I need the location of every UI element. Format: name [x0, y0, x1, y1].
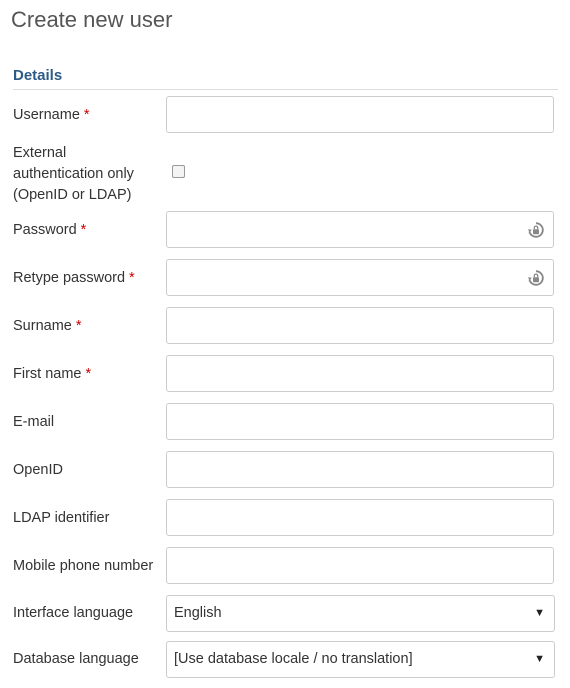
required-marker: * [75, 318, 82, 334]
surname-label: Surname [13, 318, 72, 334]
page-title: Create new user [11, 7, 173, 32]
database-language-label: Database language [13, 651, 139, 667]
required-marker: * [83, 107, 90, 123]
chevron-down-icon: ▼ [534, 653, 545, 665]
mobile-label: Mobile phone number [13, 558, 154, 574]
first-name-label: First name [13, 366, 82, 382]
openid-label: OpenID [13, 462, 63, 478]
password-generate-icon[interactable] [527, 269, 545, 287]
ldap-input[interactable] [166, 499, 554, 536]
email-input[interactable] [166, 403, 554, 440]
interface-language-label: Interface language [13, 605, 134, 621]
external-auth-label-line2: authentication only [13, 166, 134, 182]
chevron-down-icon: ▼ [534, 607, 545, 619]
required-marker: * [129, 270, 135, 286]
retype-password-input[interactable] [166, 259, 554, 296]
required-marker: * [80, 222, 87, 238]
username-input[interactable] [166, 96, 554, 133]
section-header-label: Details [13, 67, 63, 84]
interface-language-select[interactable]: English ▼ [166, 595, 555, 632]
mobile-input[interactable] [166, 547, 554, 584]
interface-language-value: English [174, 605, 222, 621]
external-auth-label-line3: (OpenID or LDAP) [13, 187, 132, 203]
username-label: Username [13, 107, 80, 123]
password-input[interactable] [166, 211, 554, 248]
surname-input[interactable] [166, 307, 554, 344]
section-header-details: Details [13, 67, 558, 90]
password-label: Password [13, 222, 77, 238]
ldap-label: LDAP identifier [13, 510, 110, 526]
external-auth-checkbox[interactable] [172, 165, 185, 178]
external-auth-label-line1: External [13, 145, 67, 161]
database-language-select[interactable]: [Use database locale / no translation] ▼ [166, 641, 555, 678]
required-marker: * [85, 366, 92, 382]
database-language-value: [Use database locale / no translation] [174, 651, 413, 667]
first-name-input[interactable] [166, 355, 554, 392]
password-generate-icon[interactable] [527, 221, 545, 239]
retype-password-label: Retype password [13, 270, 126, 286]
email-label: E-mail [13, 414, 55, 430]
openid-input[interactable] [166, 451, 554, 488]
